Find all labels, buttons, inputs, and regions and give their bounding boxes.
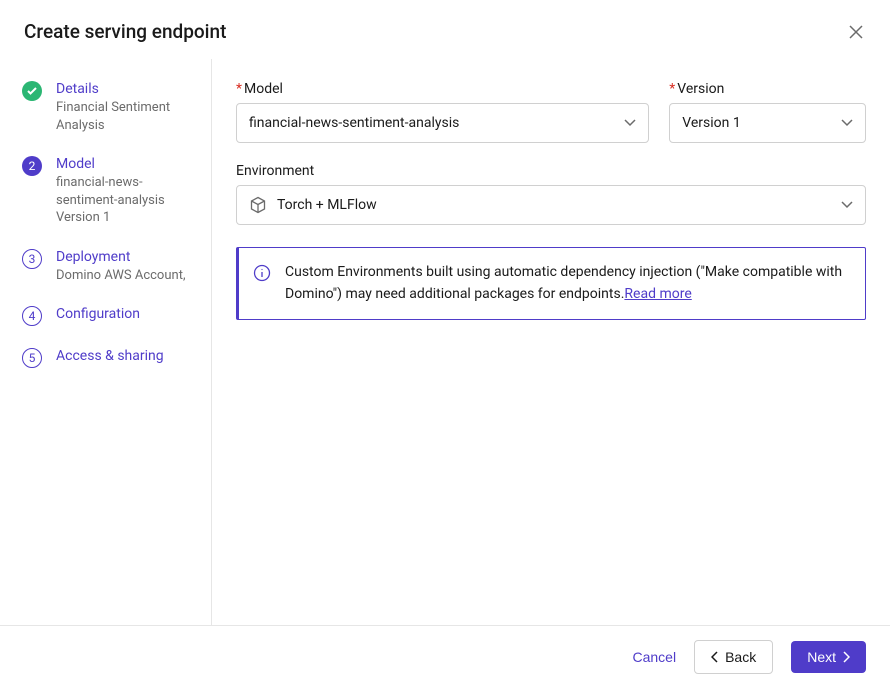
step-number-icon: 3 xyxy=(22,249,42,269)
step-title: Details xyxy=(56,81,195,97)
step-access-sharing[interactable]: 5 Access & sharing xyxy=(22,348,195,368)
chevron-left-icon xyxy=(711,651,719,663)
step-number-icon: 5 xyxy=(22,348,42,368)
version-label: *Version xyxy=(669,81,866,97)
check-icon xyxy=(22,81,42,101)
version-select[interactable]: Version 1 xyxy=(669,103,866,143)
next-button[interactable]: Next xyxy=(791,641,866,673)
step-title: Access & sharing xyxy=(56,348,195,364)
step-subtitle: Domino AWS Account, xyxy=(56,267,195,285)
close-button[interactable] xyxy=(846,22,866,42)
step-deployment[interactable]: 3 Deployment Domino AWS Account, xyxy=(22,249,195,285)
model-label: *Model xyxy=(236,81,649,97)
step-subtitle: financial-news-sentiment-analysis Versio… xyxy=(56,174,195,227)
step-configuration[interactable]: 4 Configuration xyxy=(22,306,195,326)
model-select[interactable]: financial-news-sentiment-analysis xyxy=(236,103,649,143)
step-model[interactable]: 2 Model financial-news-sentiment-analysi… xyxy=(22,156,195,227)
step-subtitle: Financial Sentiment Analysis xyxy=(56,99,195,134)
environment-value: Torch + MLFlow xyxy=(277,197,377,213)
chevron-down-icon xyxy=(841,115,853,131)
environment-select[interactable]: Torch + MLFlow xyxy=(236,185,866,225)
close-icon xyxy=(849,25,863,39)
wizard-sidebar: Details Financial Sentiment Analysis 2 M… xyxy=(0,59,212,639)
model-value: financial-news-sentiment-analysis xyxy=(249,115,459,131)
step-title: Deployment xyxy=(56,249,195,265)
step-title: Model xyxy=(56,156,195,172)
chevron-down-icon xyxy=(624,115,636,131)
cube-icon xyxy=(249,196,267,214)
main-panel: *Model financial-news-sentiment-analysis… xyxy=(212,59,890,639)
cancel-button[interactable]: Cancel xyxy=(632,649,676,665)
page-title: Create serving endpoint xyxy=(24,20,226,43)
step-title: Configuration xyxy=(56,306,195,322)
info-callout: Custom Environments built using automati… xyxy=(236,247,866,320)
chevron-right-icon xyxy=(842,651,850,663)
step-number-icon: 2 xyxy=(22,156,42,176)
info-text: Custom Environments built using automati… xyxy=(285,264,842,302)
read-more-link[interactable]: Read more xyxy=(624,286,691,302)
version-value: Version 1 xyxy=(682,115,740,131)
info-icon xyxy=(253,264,271,290)
environment-label: Environment xyxy=(236,163,866,179)
step-number-icon: 4 xyxy=(22,306,42,326)
footer: Cancel Back Next xyxy=(0,625,890,688)
back-button[interactable]: Back xyxy=(694,640,773,674)
step-details[interactable]: Details Financial Sentiment Analysis xyxy=(22,81,195,134)
chevron-down-icon xyxy=(841,197,853,213)
